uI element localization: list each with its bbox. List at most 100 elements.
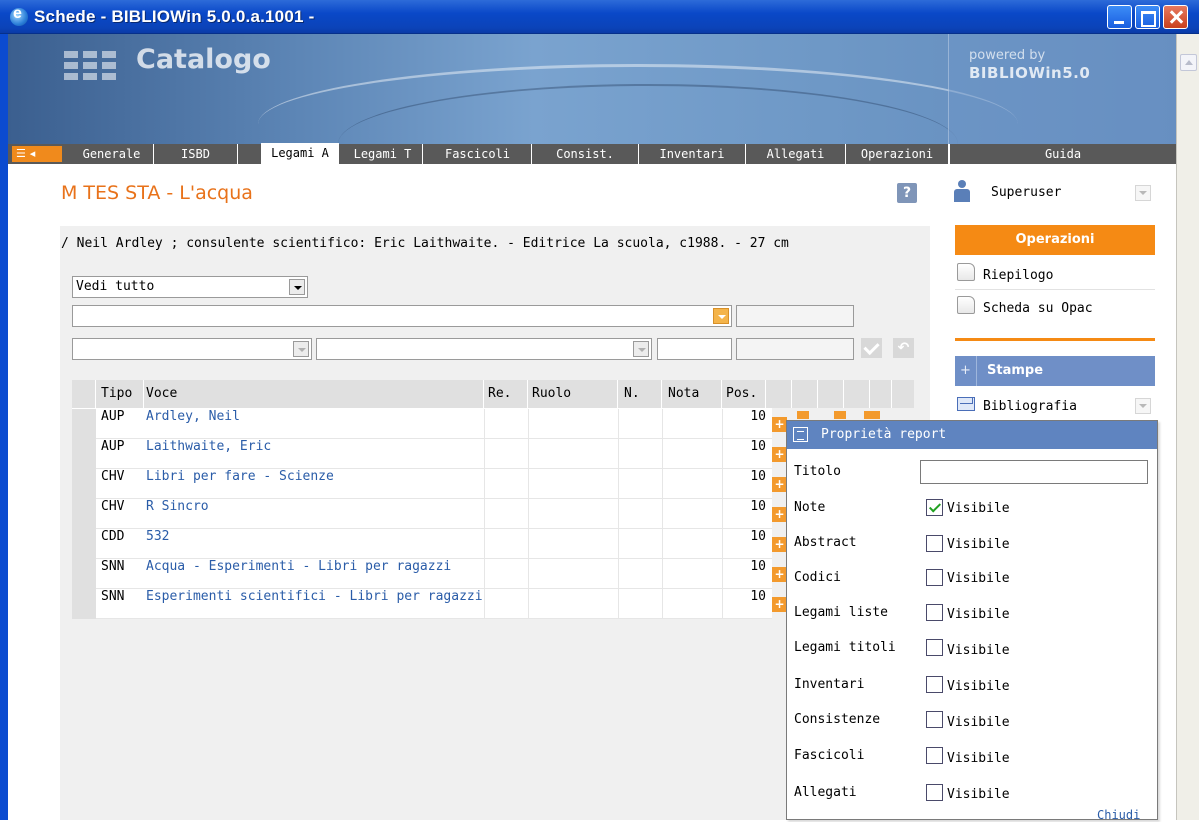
row-handle[interactable] — [72, 559, 96, 589]
header-action-2 — [792, 380, 818, 408]
visible-label: Visibile — [947, 751, 1010, 766]
visible-checkbox[interactable] — [926, 747, 943, 764]
plus-icon[interactable]: + — [772, 477, 787, 492]
field-label: Fascicoli — [794, 748, 865, 763]
stampe-label: Stampe — [987, 363, 1044, 378]
field-label: Codici — [794, 570, 841, 585]
chevron-down-icon[interactable] — [1135, 398, 1151, 414]
visible-checkbox[interactable] — [926, 569, 943, 586]
row-pos: 10 — [750, 499, 766, 514]
row-pos: 10 — [750, 559, 766, 574]
mail-icon — [957, 397, 975, 411]
row-voce-link[interactable]: Laithwaite, Eric — [146, 439, 271, 454]
app-title: Catalogo — [136, 44, 271, 75]
row-tipo: AUP — [101, 409, 125, 424]
record-description: / Neil Ardley ; consulente scientifico: … — [61, 236, 789, 251]
chevron-down-icon[interactable] — [633, 341, 649, 357]
row-voce-link[interactable]: 532 — [146, 529, 169, 544]
visible-checkbox[interactable] — [926, 784, 943, 801]
tab-guida[interactable]: Guida — [949, 144, 1176, 164]
row-tipo: AUP — [101, 439, 125, 454]
plus-icon[interactable]: + — [772, 597, 787, 612]
tab-legami-a[interactable]: Legami A — [261, 143, 339, 164]
plus-icon[interactable]: + — [772, 417, 787, 432]
tipo-select[interactable] — [72, 338, 312, 360]
close-icon[interactable] — [1163, 5, 1188, 29]
voce-select[interactable] — [72, 305, 732, 327]
row-voce-link[interactable]: Ardley, Neil — [146, 409, 240, 424]
chevron-down-icon[interactable] — [289, 279, 305, 295]
bibliografia-link[interactable]: Bibliografia — [983, 399, 1077, 414]
visible-checkbox[interactable] — [926, 676, 943, 693]
ruolo-select[interactable] — [316, 338, 652, 360]
chevron-down-icon[interactable] — [293, 341, 309, 357]
plus-icon[interactable] — [834, 411, 846, 419]
undo-icon[interactable]: ↶ — [893, 338, 914, 358]
plus-icon[interactable]: + — [772, 537, 787, 552]
chevron-down-icon[interactable] — [713, 308, 729, 324]
plus-icon[interactable]: + — [772, 447, 787, 462]
tab-fascicoli[interactable]: Fascicoli — [424, 144, 532, 164]
row-voce-link[interactable]: R Sincro — [146, 499, 209, 514]
row-handle[interactable] — [72, 409, 96, 439]
plus-icon[interactable] — [864, 411, 880, 419]
tab-operazioni[interactable]: Operazioni — [846, 144, 949, 164]
table-row[interactable]: AUP Ardley, Neil 10 — [72, 409, 772, 439]
menu-icon[interactable]: ☰ ◂ — [12, 146, 62, 162]
visible-checkbox[interactable] — [926, 499, 943, 516]
row-handle[interactable] — [72, 469, 96, 499]
check-icon[interactable] — [861, 338, 882, 358]
tab-allegati[interactable]: Allegati — [746, 144, 846, 164]
stampe-header[interactable]: + Stampe — [955, 356, 1155, 386]
filter-select[interactable]: Vedi tutto — [72, 276, 308, 298]
visible-checkbox[interactable] — [926, 639, 943, 656]
tab-isbd[interactable]: ISBD — [154, 144, 238, 164]
scrollbar[interactable] — [1176, 34, 1199, 820]
row-handle[interactable] — [72, 499, 96, 529]
code-field[interactable] — [736, 305, 854, 327]
row-pos: 10 — [750, 439, 766, 454]
row-handle[interactable] — [72, 589, 96, 619]
user-name: Superuser — [991, 185, 1062, 200]
minimize-icon[interactable] — [1107, 5, 1132, 29]
titolo-input[interactable] — [920, 460, 1148, 484]
tab-inventari[interactable]: Inventari — [639, 144, 746, 164]
maximize-icon[interactable] — [1135, 5, 1160, 29]
row-pos: 10 — [750, 469, 766, 484]
popup-title: Proprietà report — [821, 427, 947, 442]
plus-icon[interactable]: + — [772, 507, 787, 522]
visible-checkbox[interactable] — [926, 604, 943, 621]
plus-icon[interactable] — [797, 411, 809, 419]
row-handle[interactable] — [72, 529, 96, 559]
table-row[interactable]: AUP Laithwaite, Eric 10 — [72, 439, 772, 469]
help-icon[interactable]: ? — [897, 183, 917, 203]
popup-header: Proprietà report — [787, 421, 1157, 449]
table-row[interactable]: SNN Esperimenti scientifici - Libri per … — [72, 589, 772, 619]
nota-field[interactable] — [736, 338, 854, 360]
pos-field[interactable] — [657, 338, 732, 360]
header-re: Re. — [484, 380, 528, 408]
table-row[interactable]: CDD 532 10 — [72, 529, 772, 559]
visible-checkbox[interactable] — [926, 711, 943, 728]
row-handle[interactable] — [72, 439, 96, 469]
table-row[interactable]: SNN Acqua - Esperimenti - Libri per raga… — [72, 559, 772, 589]
row-voce-link[interactable]: Acqua - Esperimenti - Libri per ragazzi — [146, 559, 451, 574]
row-voce-link[interactable]: Esperimenti scientifici - Libri per raga… — [146, 589, 483, 604]
scroll-up-icon[interactable] — [1180, 54, 1197, 71]
visible-checkbox[interactable] — [926, 535, 943, 552]
riepilogo-link[interactable]: Riepilogo — [983, 268, 1053, 283]
table-row[interactable]: CHV Libri per fare - Scienze 10 — [72, 469, 772, 499]
tab-generale[interactable]: Generale — [70, 144, 154, 164]
plus-icon[interactable]: + — [955, 356, 977, 386]
scheda-opac-link[interactable]: Scheda su Opac — [983, 301, 1093, 316]
chevron-down-icon[interactable] — [1135, 185, 1151, 201]
row-voce-link[interactable]: Libri per fare - Scienze — [146, 469, 334, 484]
powered-by-panel: powered by BIBLIOWin5.0 — [948, 34, 1176, 144]
header-action-5 — [870, 380, 892, 408]
tab-consist[interactable]: Consist. — [532, 144, 639, 164]
tab-legami-t[interactable]: Legami T — [343, 144, 423, 164]
table-row[interactable]: CHV R Sincro 10 — [72, 499, 772, 529]
row-tipo: SNN — [101, 589, 125, 604]
plus-icon[interactable]: + — [772, 567, 787, 582]
row-tipo: CHV — [101, 499, 125, 514]
